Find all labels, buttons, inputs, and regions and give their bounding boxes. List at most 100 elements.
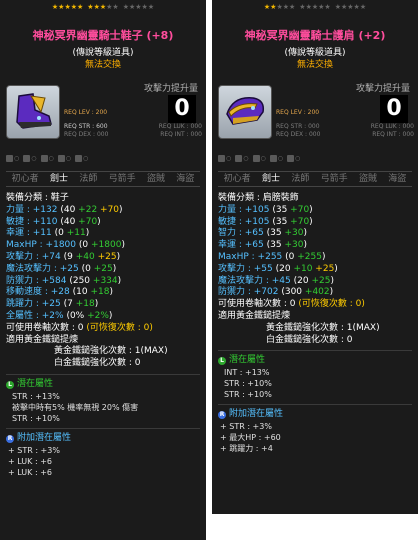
bonus-line: + STR : +3% [220,421,272,431]
star-icon: ★ [77,3,84,11]
job-beginner: 初心者 [11,174,39,184]
job-beginner: 初心者 [223,174,251,184]
potential-icon: L [6,380,14,389]
stat-line: 防禦力 : +702 (300 +402) [218,287,334,298]
attack-increase-label: 攻擊力提升量 [143,84,198,94]
potential-line: INT : +13% [224,368,270,378]
job-warrior: 劍士 [49,174,68,184]
bonus-line: + 最大HP : +60 [220,432,281,442]
stat-line: 全屬性 : +2% (0% +2%) [6,310,113,321]
stat-line: 攻擊力 : +74 (9 +40 +25) [6,251,121,262]
stat-line: MaxHP : +1800 (0 +1800) [6,240,125,251]
star-icon: ★ [147,3,155,11]
bonus-potential-header: R 附加潛在屬性 [218,409,284,420]
potential-line: STR : +10% [12,413,60,423]
platinum-hammer-count: 白金鐵鎚強化次數 : 0 [266,334,353,345]
job-archer: 弓箭手 [108,174,136,184]
star-icon: ★ [324,3,331,11]
shoulder-icon [226,97,265,125]
hammer-applied: 適用黃金鐵鎚提煉 [218,310,291,321]
attack-increase-value: 0 [168,95,196,123]
stat-line: 移動速度 : +28 (10 +18) [6,287,113,298]
bonus-line: + LUK : +6 [8,456,52,466]
hammer-applied: 適用黃金鐵鎚提煉 [6,334,79,345]
job-thief: 盜賊 [146,174,165,184]
job-magician: 法師 [79,174,98,184]
job-warrior: 劍士 [261,174,280,184]
stat-line: 跳躍力 : +25 (7 +18) [6,299,99,310]
item-tooltip-shoulder: ★★★★★ ★★★★★ ★★★★★ 神秘冥界幽靈騎士護肩 (+2) (傳說等級道具)… [212,0,418,514]
req-level: REQ LEV : 200 [276,109,320,116]
job-restriction-row: 初心者 劍士 法師 弓箭手 盜賊 海盜 [6,171,200,187]
requirements: REQ STR : 600 REQ LUK : 000 REQ DEX : 000… [64,123,202,139]
star-force-row: ★★★★★ ★★★★★ ★★★★★ [212,3,418,11]
stat-line: 敏捷 : +110 (40 +70) [6,216,101,227]
req-dex: REQ DEX : 000 [64,131,109,138]
golden-hammer-count: 黃金鐵鎚強化次數 : 1(MAX) [54,346,168,357]
platinum-hammer-count: 白金鐵鎚強化次數 : 0 [54,358,141,369]
upgrade-slots: 可使用卷軸次數 : 0 (可恢復次數 : 0) [6,322,153,333]
req-luk: REQ LUK : 000 [370,123,414,130]
job-thief: 盜賊 [358,174,377,184]
bonus-line: + LUK : +6 [8,467,52,477]
bonus-potential-header: R 附加潛在屬性 [6,432,72,443]
star-force-row: ★★★★★ ★★★★★ ★★★★★ [0,3,206,11]
stat-list: 力量 : +105 (35 +70) 敏捷 : +105 (35 +70) 智力 :… [218,205,412,299]
trade-status: 無法交換 [84,60,121,70]
item-grade: (傳說等級道具) [284,48,346,58]
requirements: REQ STR : 000 REQ LUK : 000 REQ DEX : 000… [276,123,414,139]
req-luk: REQ LUK : 000 [158,123,202,130]
item-image-frame [218,85,272,139]
stat-line: 魔法攻擊力 : +25 (0 +25) [6,263,117,274]
stat-line: 力量 : +132 (40 +22 +70) [6,204,123,215]
req-dex: REQ DEX : 000 [276,131,321,138]
req-int: REQ INT : 000 [160,131,202,138]
stat-line: MaxHP : +255 (0 +255) [218,251,326,262]
shoe-icon [16,93,52,129]
star-icon: ★ [289,3,296,11]
attack-increase-value: 0 [380,95,408,123]
job-archer: 弓箭手 [320,174,348,184]
equip-category: 裝備分類 : 鞋子 [6,193,69,203]
job-pirate: 海盜 [176,174,195,184]
stat-line: 防禦力 : +584 (250 +334) [6,275,122,286]
item-header: 攻擊力提升量 0 REQ LEV : 200 REQ STR : 000 REQ … [212,81,418,169]
bonus-potential-icon: R [6,434,14,443]
trade-status: 無法交換 [296,60,333,70]
stat-line: 魔法攻擊力 : +45 (20 +25) [218,275,334,286]
job-restriction-row: 初心者 劍士 法師 弓箭手 盜賊 海盜 [218,171,412,187]
star-icon: ★ [112,3,119,11]
stat-line: 幸運 : +65 (35 +30) [218,240,307,251]
bonus-potential-icon: R [218,411,226,420]
job-pirate: 海盜 [388,174,407,184]
potential-line: STR : +13% [12,391,60,401]
item-image-frame [6,85,60,139]
item-title: 神秘冥界幽靈騎士護肩 (+2) [244,29,386,42]
job-magician: 法師 [291,174,310,184]
bonus-line: + 跳躍力 : +4 [220,443,273,453]
potential-line: STR : +10% [224,390,272,400]
req-int: REQ INT : 000 [372,131,414,138]
item-flag-icons: ○ ○ ○ ○ ○ [6,153,202,163]
upgrade-slots: 可使用卷軸次數 : 0 (可恢復次數 : 0) [218,299,365,310]
star-icon: ★ [359,3,367,11]
potential-icon: L [218,357,226,366]
bonus-line: + STR : +3% [8,445,60,455]
golden-hammer-count: 黃金鐵鎚強化次數 : 1(MAX) [266,322,380,333]
potential-line: 被擊中時有5% 機率無視 20% 傷害 [12,402,139,412]
equip-category: 裝備分類 : 肩膀裝飾 [218,193,299,203]
attack-increase-label: 攻擊力提升量 [355,84,410,94]
item-grade: (傳說等級道具) [72,48,134,58]
req-level: REQ LEV : 200 [64,109,108,116]
item-header: 攻擊力提升量 0 REQ LEV : 200 REQ STR : 600 REQ … [0,81,206,169]
potential-header: L 潛在屬性 [6,379,200,391]
item-stats: 裝備分類 : 鞋子 力量 : +132 (40 +22 +70) 敏捷 : +11… [6,193,200,478]
item-tooltip-shoes: ★★★★★ ★★★★★ ★★★★★ 神秘冥界幽靈騎士鞋子 (+8) (傳說等級道具)… [0,0,206,540]
req-str: REQ STR : 000 [276,123,320,130]
stat-list: 力量 : +132 (40 +22 +70) 敏捷 : +110 (40 +70)… [6,205,200,323]
stat-line: 攻擊力 : +55 (20 +10 +25) [218,263,338,274]
stat-line: 智力 : +65 (35 +30) [218,228,307,239]
item-title: 神秘冥界幽靈騎士鞋子 (+8) [32,29,174,42]
potential-line: STR : +10% [224,379,272,389]
stat-line: 幸運 : +11 (0 +11) [6,228,90,239]
